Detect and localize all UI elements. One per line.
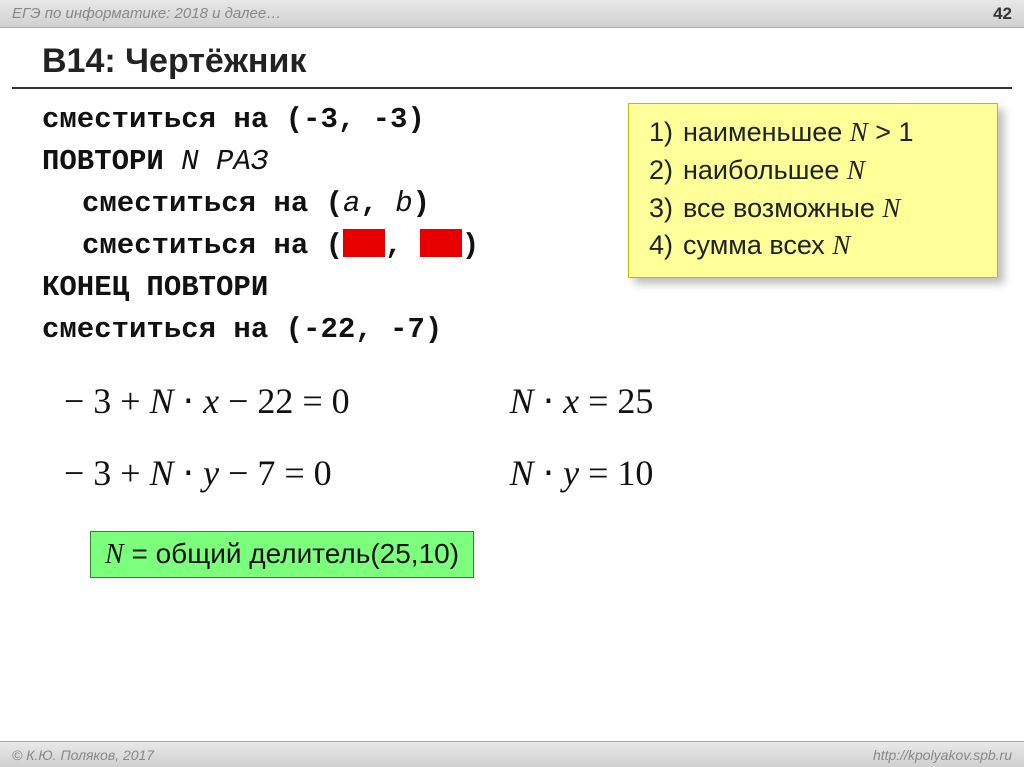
page-number: 42 — [993, 4, 1012, 24]
eq-right-1: N ⋅ x = 25 — [510, 365, 654, 437]
equations-block: − 3 + N ⋅ x − 22 = 0 − 3 + N ⋅ y − 7 = 0… — [42, 351, 982, 509]
header-title: ЕГЭ по информатике: 2018 и далее… — [12, 5, 281, 22]
redacted-box-1 — [343, 229, 385, 257]
content-area: сместиться на (-3, -3) ПОВТОРИ N РАЗ сме… — [0, 99, 1024, 578]
footer-copyright: © К.Ю. Поляков, 2017 — [12, 747, 154, 763]
option-3: 3) все возможные N — [649, 190, 981, 228]
slide-title: B14: Чертёжник — [0, 28, 1024, 87]
code-line-6: сместиться на (-22, -7) — [42, 309, 982, 351]
footer-url: http://kpolyakov.spb.ru — [873, 747, 1012, 763]
option-2: 2) наибольшее N — [649, 152, 981, 190]
eq-left-1: − 3 + N ⋅ x − 22 = 0 — [64, 365, 350, 437]
option-4: 4) сумма всех N — [649, 227, 981, 265]
option-1: 1) наименьшее N > 1 — [649, 114, 981, 152]
eq-left-2: − 3 + N ⋅ y − 7 = 0 — [64, 437, 350, 509]
equations-left: − 3 + N ⋅ x − 22 = 0 − 3 + N ⋅ y − 7 = 0 — [64, 365, 350, 509]
header-bar: ЕГЭ по информатике: 2018 и далее… 42 — [0, 0, 1024, 28]
redacted-box-2 — [420, 229, 462, 257]
equations-right: N ⋅ x = 25 N ⋅ y = 10 — [510, 365, 654, 509]
result-box: N = общий делитель(25,10) — [90, 531, 474, 578]
footer-bar: © К.Ю. Поляков, 2017 http://kpolyakov.sp… — [0, 741, 1024, 767]
title-rule — [12, 87, 1012, 89]
eq-right-2: N ⋅ y = 10 — [510, 437, 654, 509]
options-box: 1) наименьшее N > 1 2) наибольшее N 3) в… — [628, 103, 998, 278]
